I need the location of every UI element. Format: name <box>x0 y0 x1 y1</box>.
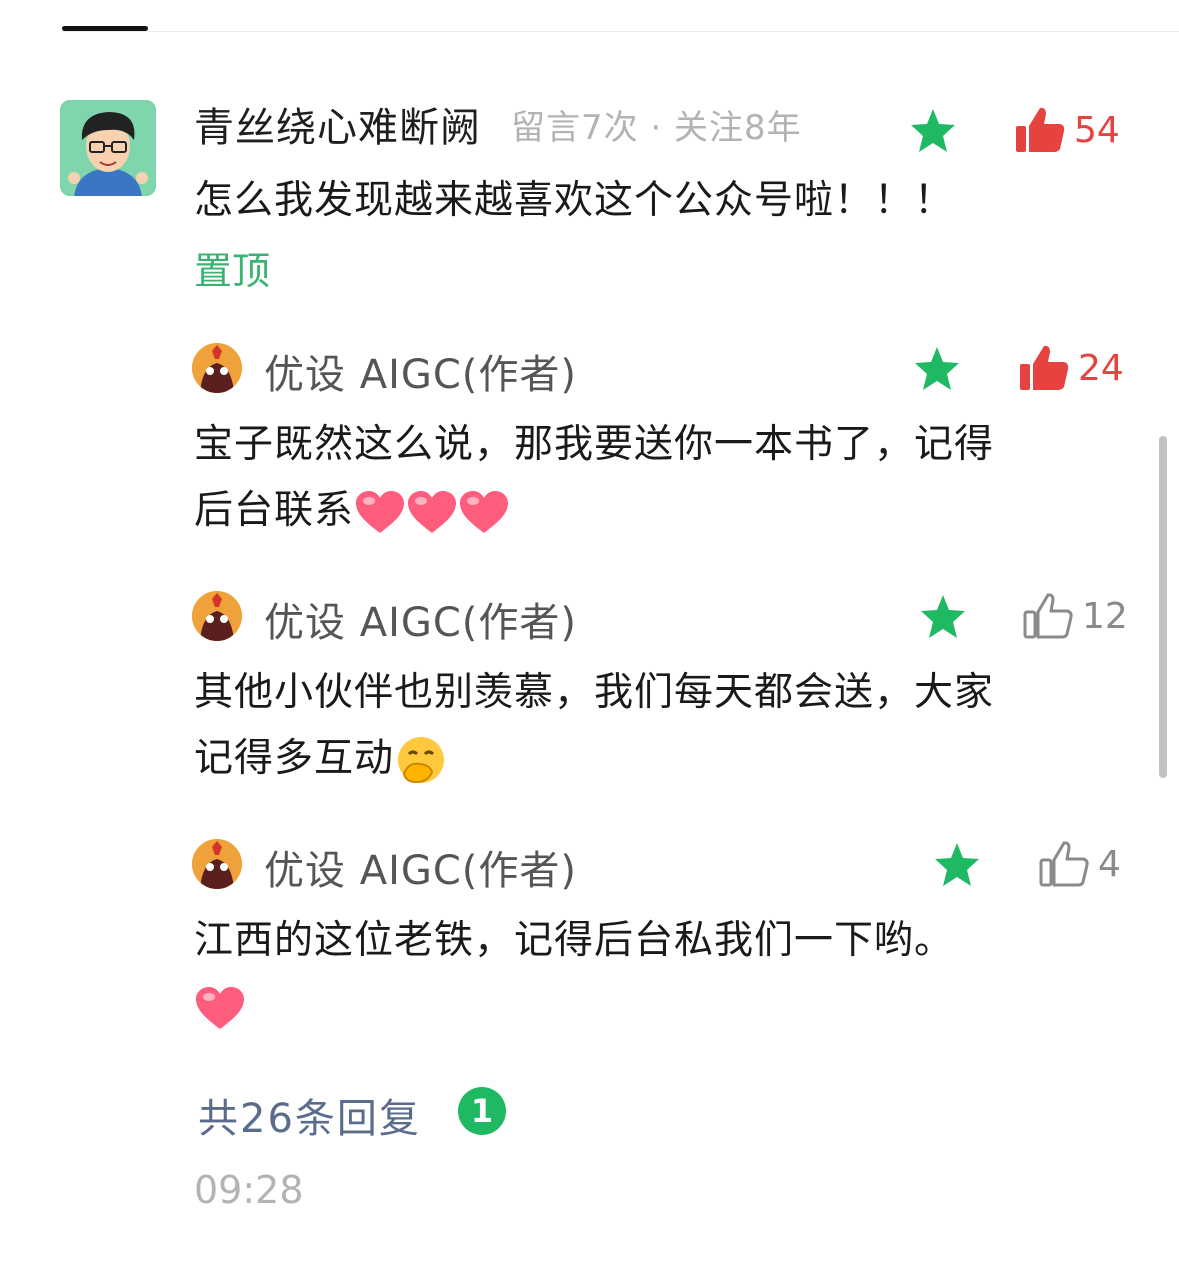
reply-text-line: 宝子既然这么说，那我要送你一本书了，记得 <box>194 422 995 467</box>
reply-text-line: 记得多互动 <box>194 726 994 792</box>
commenter-meta: 留言7次 · 关注8年 <box>511 107 802 148</box>
thumbs-up-filled-icon <box>1016 107 1065 152</box>
reply-text: 江西的这位老铁，记得后台私我们一下哟。 <box>194 908 954 1040</box>
like-count: 4 <box>1098 843 1121 885</box>
author-avatar[interactable] <box>192 343 242 393</box>
star-icon[interactable] <box>918 592 968 642</box>
reply-author-name[interactable]: 优设 AIGC(作者) <box>264 590 577 648</box>
like-button[interactable]: 12 <box>1022 590 1128 642</box>
reply-text-line: 后台联系 <box>194 478 994 544</box>
reply-author-name[interactable]: 优设 AIGC(作者) <box>264 342 577 400</box>
reply-text-fragment: 后台联系 <box>194 488 355 533</box>
hand-over-mouth-emoji <box>398 736 445 783</box>
heart-emoji <box>460 490 509 533</box>
thumbs-up-outline-icon <box>1023 593 1073 639</box>
heart-emoji <box>196 986 244 1029</box>
commenter-nickname[interactable]: 青丝绕心难断阙 <box>194 95 481 153</box>
star-icon[interactable] <box>912 344 962 394</box>
like-count: 54 <box>1074 109 1120 151</box>
reply-text: 其他小伙伴也别羡慕，我们每天都会送，大家 记得多互动 <box>194 660 994 792</box>
reply-text-fragment: 记得多互动 <box>194 736 395 781</box>
reply-author-name[interactable]: 优设 AIGC(作者) <box>264 838 577 896</box>
reply-text-line <box>194 974 954 1040</box>
heart-emoji <box>408 490 457 533</box>
comment-timestamp: 09:28 <box>194 1168 304 1212</box>
like-button[interactable]: 54 <box>1014 104 1120 156</box>
unread-badge: 1 <box>458 1087 506 1135</box>
like-count: 12 <box>1082 595 1128 637</box>
top-divider <box>62 31 1179 32</box>
like-button[interactable]: 4 <box>1038 838 1121 890</box>
view-all-replies-link[interactable]: 共26条回复 <box>198 1086 421 1144</box>
like-count: 24 <box>1078 347 1124 389</box>
reply-text: 宝子既然这么说，那我要送你一本书了，记得 后台联系 <box>194 412 994 544</box>
heart-emoji <box>356 490 405 533</box>
thumbs-up-filled-icon <box>1020 345 1069 390</box>
pinned-label: 置顶 <box>194 249 271 293</box>
like-button[interactable]: 24 <box>1018 342 1124 394</box>
comment-header: 青丝绕心难断阙 留言7次 · 关注8年 <box>194 96 802 152</box>
thumbs-up-outline-icon <box>1039 841 1089 887</box>
comment-text: 怎么我发现越来越喜欢这个公众号啦！！！ <box>194 178 955 223</box>
commenter-avatar[interactable] <box>60 100 156 196</box>
author-avatar[interactable] <box>192 839 242 889</box>
author-avatar[interactable] <box>192 591 242 641</box>
scrollbar[interactable] <box>1159 436 1167 778</box>
star-icon[interactable] <box>908 106 958 156</box>
reply-text-line: 其他小伙伴也别羡慕，我们每天都会送，大家 <box>194 670 995 715</box>
reply-text-line: 江西的这位老铁，记得后台私我们一下哟。 <box>194 918 955 963</box>
star-icon[interactable] <box>932 840 982 890</box>
